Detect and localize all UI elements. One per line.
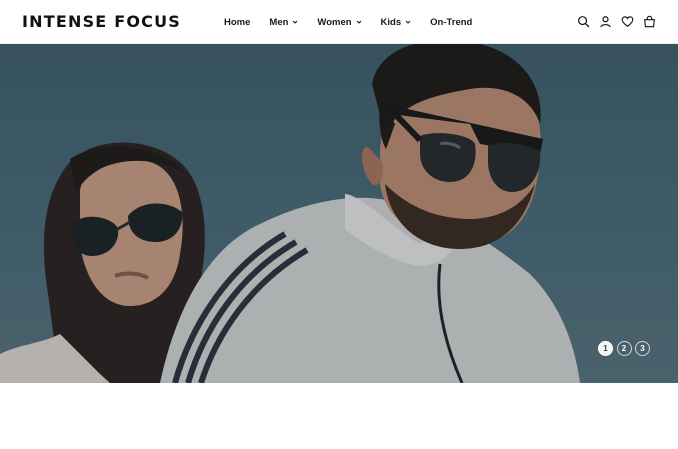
- slide-dot-1[interactable]: 1: [598, 341, 613, 356]
- slide-dot-3[interactable]: 3: [635, 341, 650, 356]
- site-header: INTENSE FOCUS Home Men Women Kids On-Tre…: [0, 0, 678, 44]
- wishlist-heart-icon[interactable]: [621, 15, 634, 28]
- nav-item-label: Home: [224, 16, 251, 28]
- nav-item-label: Women: [317, 16, 352, 28]
- nav-item-label: On-Trend: [430, 16, 473, 28]
- main-nav: Home Men Women Kids On-Trend: [224, 14, 491, 30]
- chevron-down-icon: [356, 20, 361, 24]
- nav-item-label: Kids: [380, 16, 402, 28]
- nav-item-label: Men: [269, 16, 289, 28]
- slide-dot-2[interactable]: 2: [616, 341, 632, 356]
- page-content-area: [0, 383, 678, 449]
- nav-item-kids[interactable]: Kids: [381, 17, 412, 28]
- account-icon[interactable]: [599, 15, 612, 28]
- cart-bag-icon[interactable]: [643, 15, 656, 28]
- search-icon[interactable]: [577, 15, 590, 28]
- hero-overlay: [0, 44, 678, 383]
- nav-item-women[interactable]: Women: [317, 17, 361, 28]
- hero-banner[interactable]: 1 2 3: [0, 44, 678, 383]
- slide-pagination: 1 2 3: [598, 341, 654, 356]
- chevron-down-icon: [293, 20, 298, 24]
- header-actions: [568, 15, 656, 28]
- nav-item-home[interactable]: Home: [224, 17, 250, 28]
- brand-logo[interactable]: INTENSE FOCUS: [22, 12, 181, 32]
- nav-item-on-trend[interactable]: On-Trend: [430, 17, 472, 28]
- nav-item-men[interactable]: Men: [269, 17, 298, 28]
- chevron-down-icon: [405, 20, 411, 24]
